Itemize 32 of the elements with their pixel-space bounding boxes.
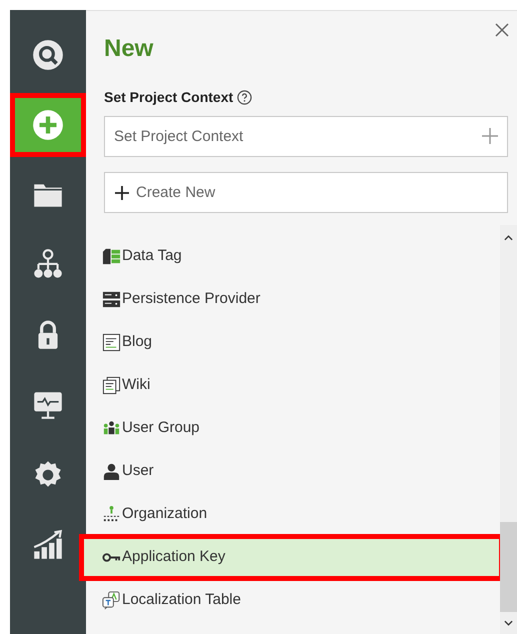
sidebar-button[interactable] (10, 93, 86, 157)
document-icon (102, 333, 121, 352)
menu-item[interactable]: Data Tag (86, 235, 500, 278)
tag-icon (102, 247, 121, 266)
plus-icon (115, 186, 129, 200)
org-chart-icon (102, 505, 121, 524)
panel-title: New (104, 37, 154, 61)
menu-item[interactable]: Persistence Provider (86, 278, 500, 321)
menu-item[interactable]: User (86, 450, 500, 493)
menu-item[interactable]: Application Key (84, 539, 499, 576)
server-icon (102, 290, 121, 309)
growth-chart-icon (31, 528, 65, 562)
close-icon[interactable] (495, 23, 509, 37)
documents-icon (102, 376, 121, 395)
section-label: Set Project Context (104, 88, 234, 107)
menu-item[interactable]: Organization (86, 493, 500, 536)
person-icon (102, 462, 121, 481)
menu-item[interactable]: Blog (86, 321, 500, 364)
create-new-field[interactable]: Create New (104, 172, 508, 213)
help-icon[interactable] (237, 90, 252, 105)
add-icon[interactable] (481, 127, 499, 145)
scrollbar-thumb[interactable] (500, 522, 517, 612)
scroll-down-icon[interactable] (504, 620, 513, 626)
menu-item[interactable]: Localization Table (86, 579, 500, 622)
menu-item[interactable]: Wiki (86, 364, 500, 407)
translation-icon (102, 591, 121, 610)
search-icon (31, 38, 65, 72)
context-field[interactable]: Set Project Context (104, 116, 508, 157)
add-icon (31, 108, 65, 142)
menu-item[interactable]: User Group (86, 407, 500, 450)
scrollbar[interactable] (500, 225, 517, 634)
scroll-up-icon[interactable] (504, 235, 513, 241)
